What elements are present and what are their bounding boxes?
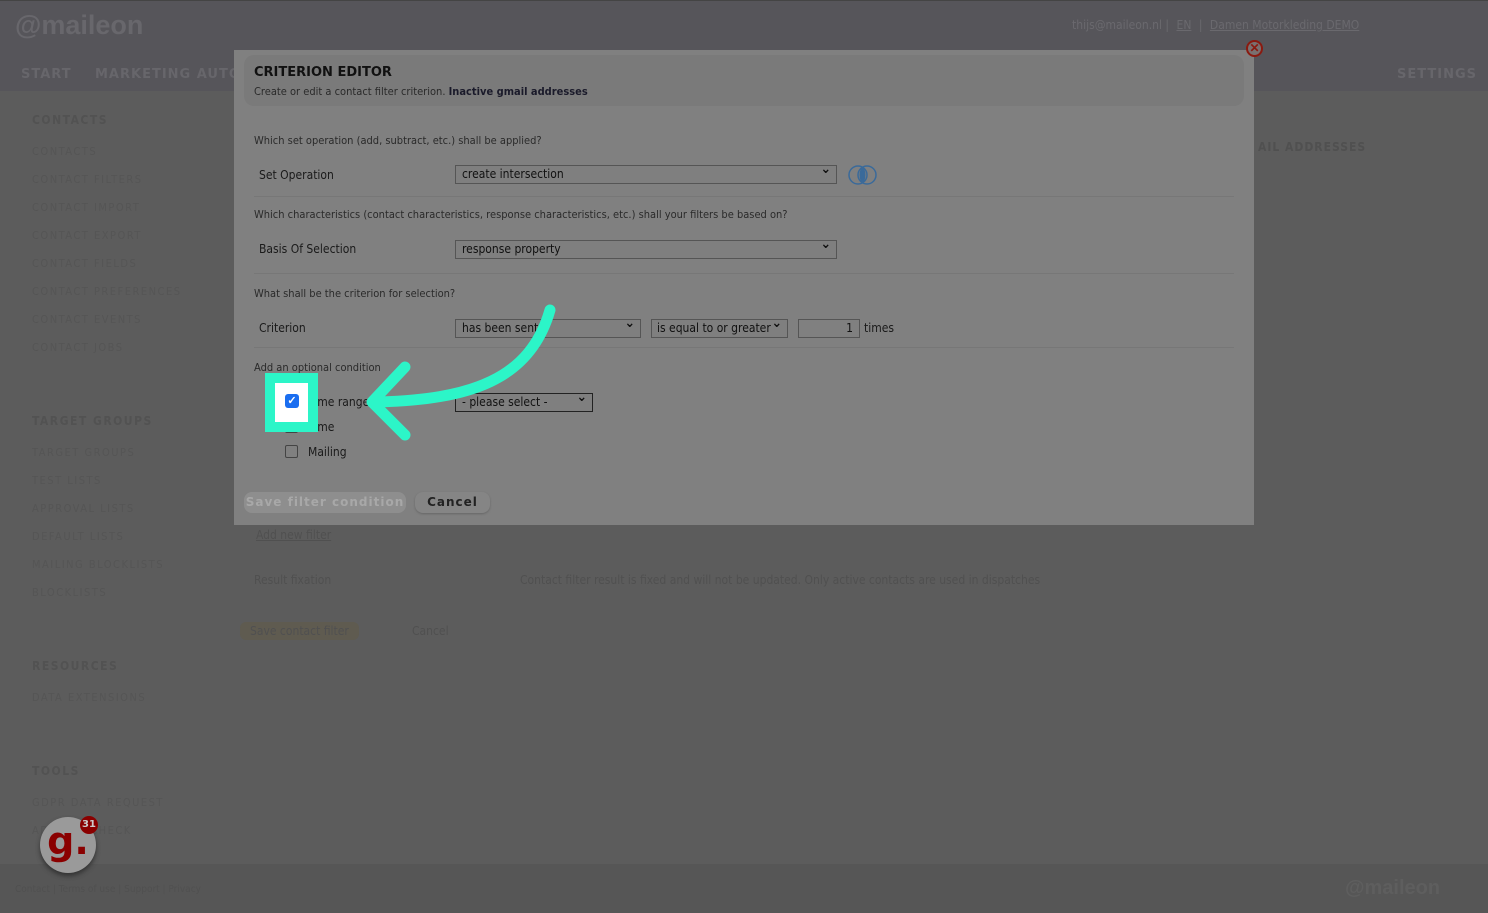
basis-select[interactable]: response property [455, 237, 837, 259]
set-operation-question: Which set operation (add, subtract, etc.… [254, 134, 542, 147]
close-dialog-icon[interactable]: ✕ [1246, 40, 1263, 57]
dialog-title: CRITERION EDITOR [254, 65, 392, 80]
language-link[interactable]: EN [1177, 18, 1192, 32]
add-filter-link[interactable]: Add new filter [256, 528, 331, 542]
sidebar-item[interactable]: BLOCKLISTS [32, 586, 107, 599]
mailing-checkbox[interactable] [285, 445, 298, 458]
basis-question: Which characteristics (contact character… [254, 208, 788, 221]
page-title: AIL ADDRESSES [1258, 140, 1367, 154]
subtitle-text: Create or edit a contact filter criterio… [254, 85, 446, 98]
maileon-logo: @maileon [15, 10, 144, 40]
set-operation-label: Set Operation [259, 168, 334, 182]
result-fixation-label: Result fixation [254, 573, 332, 587]
sidebar-item[interactable]: DATA EXTENSIONS [32, 691, 146, 704]
sidebar-item[interactable]: MAILING BLOCKLISTS [32, 558, 164, 571]
criterion-editor-dialog: CRITERION EDITOR Create or edit a contac… [234, 50, 1254, 525]
sidebar-section-title: TARGET GROUPS [32, 414, 153, 428]
time-range-select[interactable]: - please select - [455, 390, 593, 412]
notification-count: 31 [80, 816, 98, 834]
divider [254, 196, 1234, 197]
user-email: thijs@maileon.nl [1072, 18, 1162, 32]
sidebar-item[interactable]: TEST LISTS [32, 474, 102, 487]
sidebar-item[interactable]: CONTACT FIELDS [32, 257, 137, 270]
comparison-select[interactable]: is equal to or greater [651, 316, 788, 338]
nav-settings[interactable]: SETTINGS [1397, 67, 1477, 82]
set-operation-select[interactable]: create intersection [455, 162, 837, 184]
criterion-select[interactable]: has been sent [455, 316, 641, 338]
account-link[interactable]: Damen Motorkleding DEMO [1210, 18, 1359, 32]
sidebar-item[interactable]: CONTACT PREFERENCES [32, 285, 181, 298]
cancel-button[interactable]: Cancel [415, 492, 490, 513]
background-cancel-button[interactable]: Cancel [412, 624, 449, 638]
sidebar-item[interactable]: DEFAULT LISTS [32, 530, 124, 543]
basis-label: Basis Of Selection [259, 242, 357, 256]
sidebar-item[interactable]: CONTACT IMPORT [32, 201, 140, 214]
time-range-checkbox[interactable]: ✓ [285, 394, 299, 408]
sidebar-item[interactable]: CONTACT EVENTS [32, 313, 142, 326]
sidebar-item[interactable]: APPROVAL LISTS [32, 502, 135, 515]
sidebar-section-title: CONTACTS [32, 113, 108, 127]
intersection-icon [848, 165, 877, 185]
sidebar-item[interactable]: CONTACT EXPORT [32, 229, 142, 242]
sidebar-item[interactable]: TARGET GROUPS [32, 446, 135, 459]
nav-start[interactable]: START [21, 67, 72, 82]
sidebar-section-title: RESOURCES [32, 659, 119, 673]
save-contact-filter-button[interactable]: Save contact filter [240, 622, 359, 640]
save-filter-condition-button[interactable]: Save filter condition [244, 492, 406, 513]
sidebar-item[interactable]: CONTACTS [32, 145, 97, 158]
fixation-text: Contact filter result is fixed and will … [520, 573, 1041, 587]
sidebar-item[interactable]: CONTACT FILTERS [32, 173, 143, 186]
count-input[interactable]: 1 [798, 319, 860, 338]
notification-widget[interactable]: 31 g. [40, 816, 98, 873]
account-links: thijs@maileon.nl | EN | Damen Motorkledi… [1072, 18, 1360, 32]
dialog-subtitle: Create or edit a contact filter criterio… [254, 85, 588, 98]
footer-links[interactable]: Contact | Terms of use | Support | Priva… [15, 884, 201, 895]
sidebar-item[interactable]: GDPR DATA REQUEST [32, 796, 164, 809]
mailing-label: Mailing [308, 445, 347, 459]
footer: Contact | Terms of use | Support | Priva… [0, 864, 1488, 913]
filter-name: Inactive gmail addresses [448, 85, 588, 98]
footer-logo: @maileon [1345, 877, 1441, 899]
divider [254, 273, 1234, 274]
times-label: times [864, 321, 895, 335]
sidebar-section-title: TOOLS [32, 764, 80, 778]
criterion-label: Criterion [259, 321, 306, 335]
nav-marketing-automation[interactable]: MARKETING AUTO [95, 67, 241, 82]
criterion-question: What shall be the criterion for selectio… [254, 287, 456, 300]
sidebar-item[interactable]: CONTACT JOBS [32, 341, 124, 354]
divider [254, 347, 1234, 348]
dialog-header: CRITERION EDITOR Create or edit a contac… [244, 55, 1244, 106]
